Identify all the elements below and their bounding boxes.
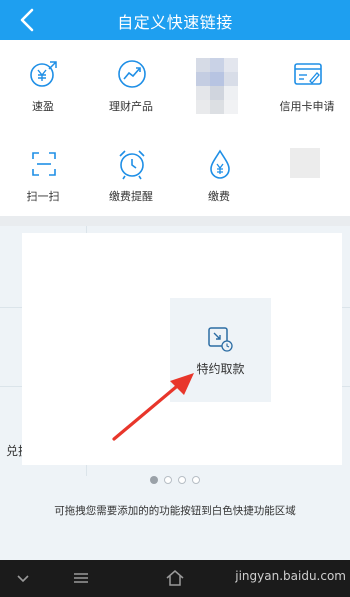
water-drop-yen-icon [210, 149, 230, 179]
drag-hint-text: 可拖拽您需要添加的的功能按钮到白色快捷功能区域 [54, 505, 296, 517]
yen-exchange-icon [30, 61, 57, 87]
shortcut-label: 理财产品 [109, 100, 153, 113]
chevron-down-icon[interactable] [12, 568, 34, 588]
shortcut-licai[interactable]: 理财产品 [88, 40, 174, 118]
pager-dot[interactable] [178, 476, 186, 484]
credit-card-edit-icon [294, 63, 322, 85]
alarm-clock-icon [119, 150, 145, 180]
shortcut-label: 信用卡申请 [279, 100, 335, 113]
shortcut-blurred[interactable] [176, 40, 262, 118]
section-divider [0, 216, 350, 226]
shortcut-empty-slot[interactable] [264, 130, 350, 208]
partial-shortcut-label: 兑换 [6, 444, 22, 458]
pager-dot[interactable] [192, 476, 200, 484]
menu-icon[interactable] [70, 568, 92, 588]
shortcut-scan[interactable]: 扫一扫 [0, 130, 86, 208]
shortcut-label: 扫一扫 [26, 190, 60, 203]
shortcut-suying[interactable]: 速盈 [0, 40, 86, 118]
shortcut-label: 缴费提醒 [109, 190, 153, 203]
scan-icon [32, 152, 56, 176]
shortcut-bill-reminder[interactable]: 缴费提醒 [88, 130, 174, 208]
red-arrow-annotation [112, 373, 194, 441]
shortcut-label: 缴费 [208, 190, 230, 203]
shortcut-pay[interactable]: 缴费 [176, 130, 262, 208]
shortcut-credit-card[interactable]: 信用卡申请 [264, 40, 350, 118]
shortcut-grid: 速盈 理财产品 信用卡申请 扫一扫 缴费提醒 缴费 [0, 40, 350, 216]
shortcut-label: 速盈 [32, 100, 54, 113]
page-title: 自定义快速链接 [117, 13, 233, 32]
pager-dot-active[interactable] [150, 476, 158, 484]
header-bar: 自定义快速链接 [0, 0, 350, 40]
empty-slot-icon [290, 148, 320, 178]
home-icon[interactable] [164, 568, 186, 588]
withdraw-clock-icon [208, 327, 233, 352]
trend-chart-icon [118, 60, 146, 88]
blurred-placeholder-icon [196, 58, 238, 114]
pager-dot[interactable] [164, 476, 172, 484]
watermark-text: jingyan.baidu.com [235, 569, 346, 583]
